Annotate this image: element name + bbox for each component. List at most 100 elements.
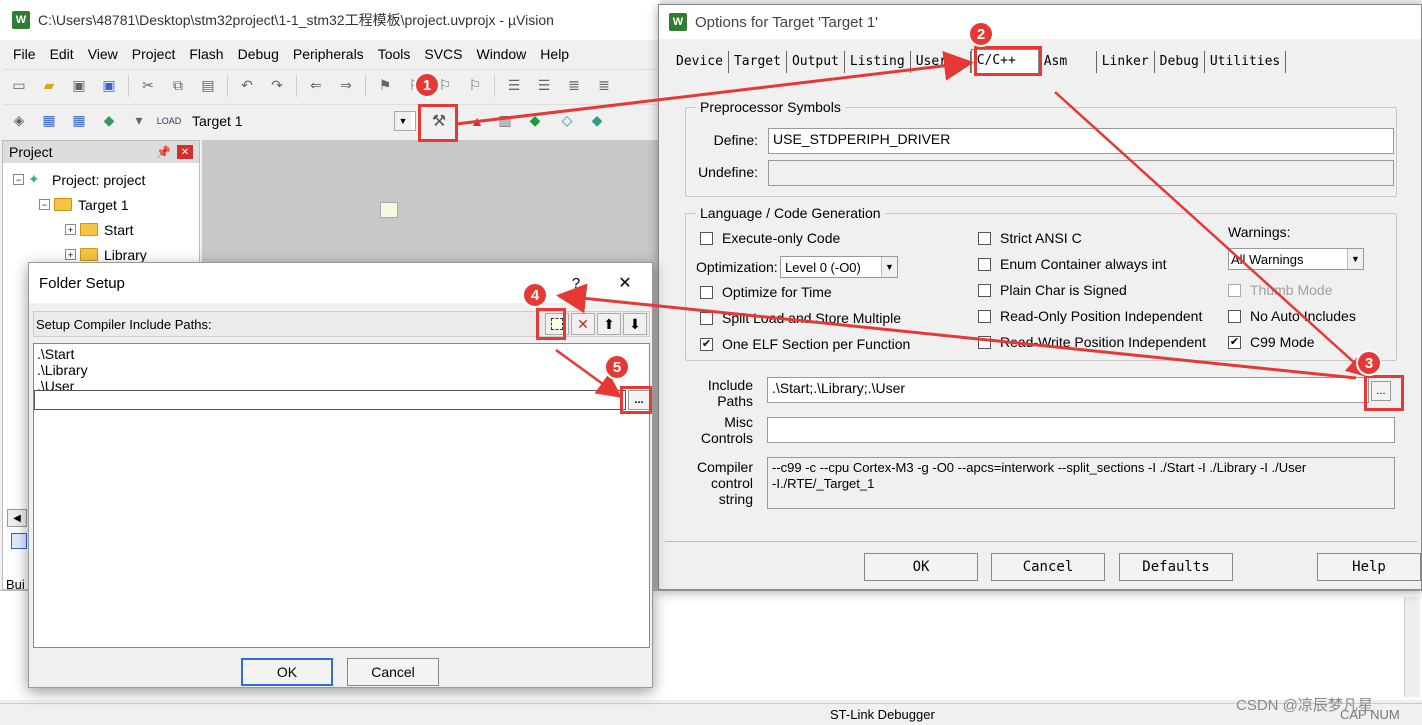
close-icon[interactable]: ✕ [177,145,193,159]
ro-pi-checkbox[interactable]: Read-Only Position Independent [978,308,1202,324]
manage-project-items-icon[interactable]: ▲ [466,110,488,132]
tab-user[interactable]: User [910,51,971,73]
cancel-button[interactable]: Cancel [347,658,439,686]
menu-window[interactable]: Window [477,46,527,62]
define-input[interactable]: USE_STDPERIPH_DRIVER [768,128,1394,154]
select-packs-icon[interactable]: ▥ [494,110,516,132]
one-elf-checkbox[interactable]: ✔ One ELF Section per Function [700,336,910,352]
manage-rte-icon[interactable]: ◆ [524,110,546,132]
no-auto-includes-checkbox[interactable]: No Auto Includes [1228,308,1356,324]
menu-edit[interactable]: Edit [50,46,74,62]
menu-flash[interactable]: Flash [189,46,223,62]
tree-item-start[interactable]: + Start [3,217,199,242]
tab-debug[interactable]: Debug [1154,51,1205,73]
c99-mode-checkbox[interactable]: ✔ C99 Mode [1228,334,1315,350]
collapse-icon[interactable]: − [13,174,24,185]
bookmark-clear-icon[interactable]: ⚐ [464,75,486,97]
scroll-left-icon[interactable]: ◀ [7,509,27,527]
help-button[interactable]: Help [1317,553,1421,581]
expand-icon[interactable]: + [65,249,76,260]
help-icon[interactable]: ? [554,275,598,292]
misc-controls-input[interactable] [767,417,1395,443]
menu-tools[interactable]: Tools [378,46,411,62]
comment-icon[interactable]: ≣ [563,75,585,97]
menu-debug[interactable]: Debug [238,46,279,62]
include-paths-input[interactable]: .\Start;.\Library;.\User [767,377,1369,403]
tab-linker[interactable]: Linker [1096,51,1155,73]
pack-installer-icon[interactable]: ◇ [556,110,578,132]
list-item[interactable]: .\Start [34,346,649,362]
step-badge-2: 2 [968,21,994,47]
optimization-select[interactable]: Level 0 (-O0) ▼ [780,256,898,278]
tab-listing[interactable]: Listing [844,51,911,73]
thumb-mode-checkbox[interactable]: Thumb Mode [1228,282,1332,298]
open-folder-icon[interactable]: ▰ [38,75,60,97]
list-item[interactable]: .\Library [34,362,649,378]
save-icon[interactable]: ▣ [68,75,90,97]
cancel-button[interactable]: Cancel [991,553,1105,581]
new-file-icon[interactable]: ▭ [8,75,30,97]
indent-icon[interactable]: ☰ [503,75,525,97]
build-icon[interactable]: ▦ [38,110,60,132]
bookmark-icon[interactable]: ⚑ [374,75,396,97]
plain-char-checkbox[interactable]: Plain Char is Signed [978,282,1127,298]
download-icon[interactable]: LOAD [157,110,182,132]
move-up-icon[interactable]: ⬆ [597,313,621,335]
tab-utilities[interactable]: Utilities [1204,51,1287,73]
strict-ansi-checkbox[interactable]: Strict ANSI C [978,230,1082,246]
defaults-button[interactable]: Defaults [1119,553,1233,581]
menu-project[interactable]: Project [132,46,176,62]
menu-svcs[interactable]: SVCS [424,46,462,62]
menu-peripherals[interactable]: Peripherals [293,46,364,62]
document-icon[interactable] [380,202,398,218]
rebuild-icon[interactable]: ▦ [68,110,90,132]
project-tab-icon[interactable] [11,533,27,549]
stop-build-icon[interactable]: ▾ [128,110,150,132]
nav-back-icon[interactable]: ⇐ [305,75,327,97]
ok-button[interactable]: OK [864,553,978,581]
undo-icon[interactable]: ↶ [236,75,258,97]
copy-icon[interactable]: ⧉ [167,75,189,97]
paste-icon[interactable]: ▤ [197,75,219,97]
execute-only-checkbox[interactable]: Execute-only Code [700,230,840,246]
tab-device[interactable]: Device [671,51,729,73]
menu-help[interactable]: Help [540,46,569,62]
step-badge-3: 3 [1356,350,1382,376]
target-dropdown[interactable]: ▼ [394,110,416,131]
menu-file[interactable]: File [13,46,36,62]
tree-item-project[interactable]: − ✦ Project: project [3,167,199,192]
folder-setup-title-bar: Folder Setup ? ✕ [29,263,652,303]
split-load-checkbox[interactable]: Split Load and Store Multiple [700,310,901,326]
warnings-select[interactable]: All Warnings ▼ [1228,248,1364,270]
save-all-icon[interactable]: ▣ [98,75,120,97]
move-down-icon[interactable]: ⬇ [623,313,647,335]
enum-container-checkbox[interactable]: Enum Container always int [978,256,1167,272]
watermark: CSDN @凉辰梦凡星 [1236,697,1373,714]
tree-item-target[interactable]: − Target 1 [3,192,199,217]
pin-icon[interactable]: 📌 [156,145,171,159]
include-path-list[interactable]: .\Start .\Library .\User ... [33,343,650,648]
delete-icon[interactable]: ✕ [571,313,595,335]
translate-icon[interactable]: ◈ [8,110,30,132]
collapse-icon[interactable]: − [39,199,50,210]
undefine-input[interactable] [768,160,1394,186]
redo-icon[interactable]: ↷ [266,75,288,97]
batch-build-icon[interactable]: ◆ [98,110,120,132]
expand-icon[interactable]: + [65,224,76,235]
cut-icon[interactable]: ✂ [137,75,159,97]
rte-config-icon[interactable]: ◆ [586,110,608,132]
ok-button[interactable]: OK [241,658,333,686]
build-output-tab[interactable]: Bui [6,577,25,592]
menu-view[interactable]: View [88,46,118,62]
tab-output[interactable]: Output [786,51,845,73]
nav-forward-icon[interactable]: ⇒ [335,75,357,97]
rw-pi-checkbox[interactable]: Read-Write Position Independent [978,334,1206,350]
tab-asm[interactable]: Asm [1038,51,1097,73]
new-path-input[interactable] [34,390,626,410]
tab-target[interactable]: Target [728,51,787,73]
build-scrollbar[interactable] [1404,597,1420,697]
optimize-time-checkbox[interactable]: Optimize for Time [700,284,832,300]
unindent-icon[interactable]: ☰ [533,75,555,97]
uncomment-icon[interactable]: ≣ [593,75,615,97]
close-icon[interactable]: ✕ [598,273,652,293]
